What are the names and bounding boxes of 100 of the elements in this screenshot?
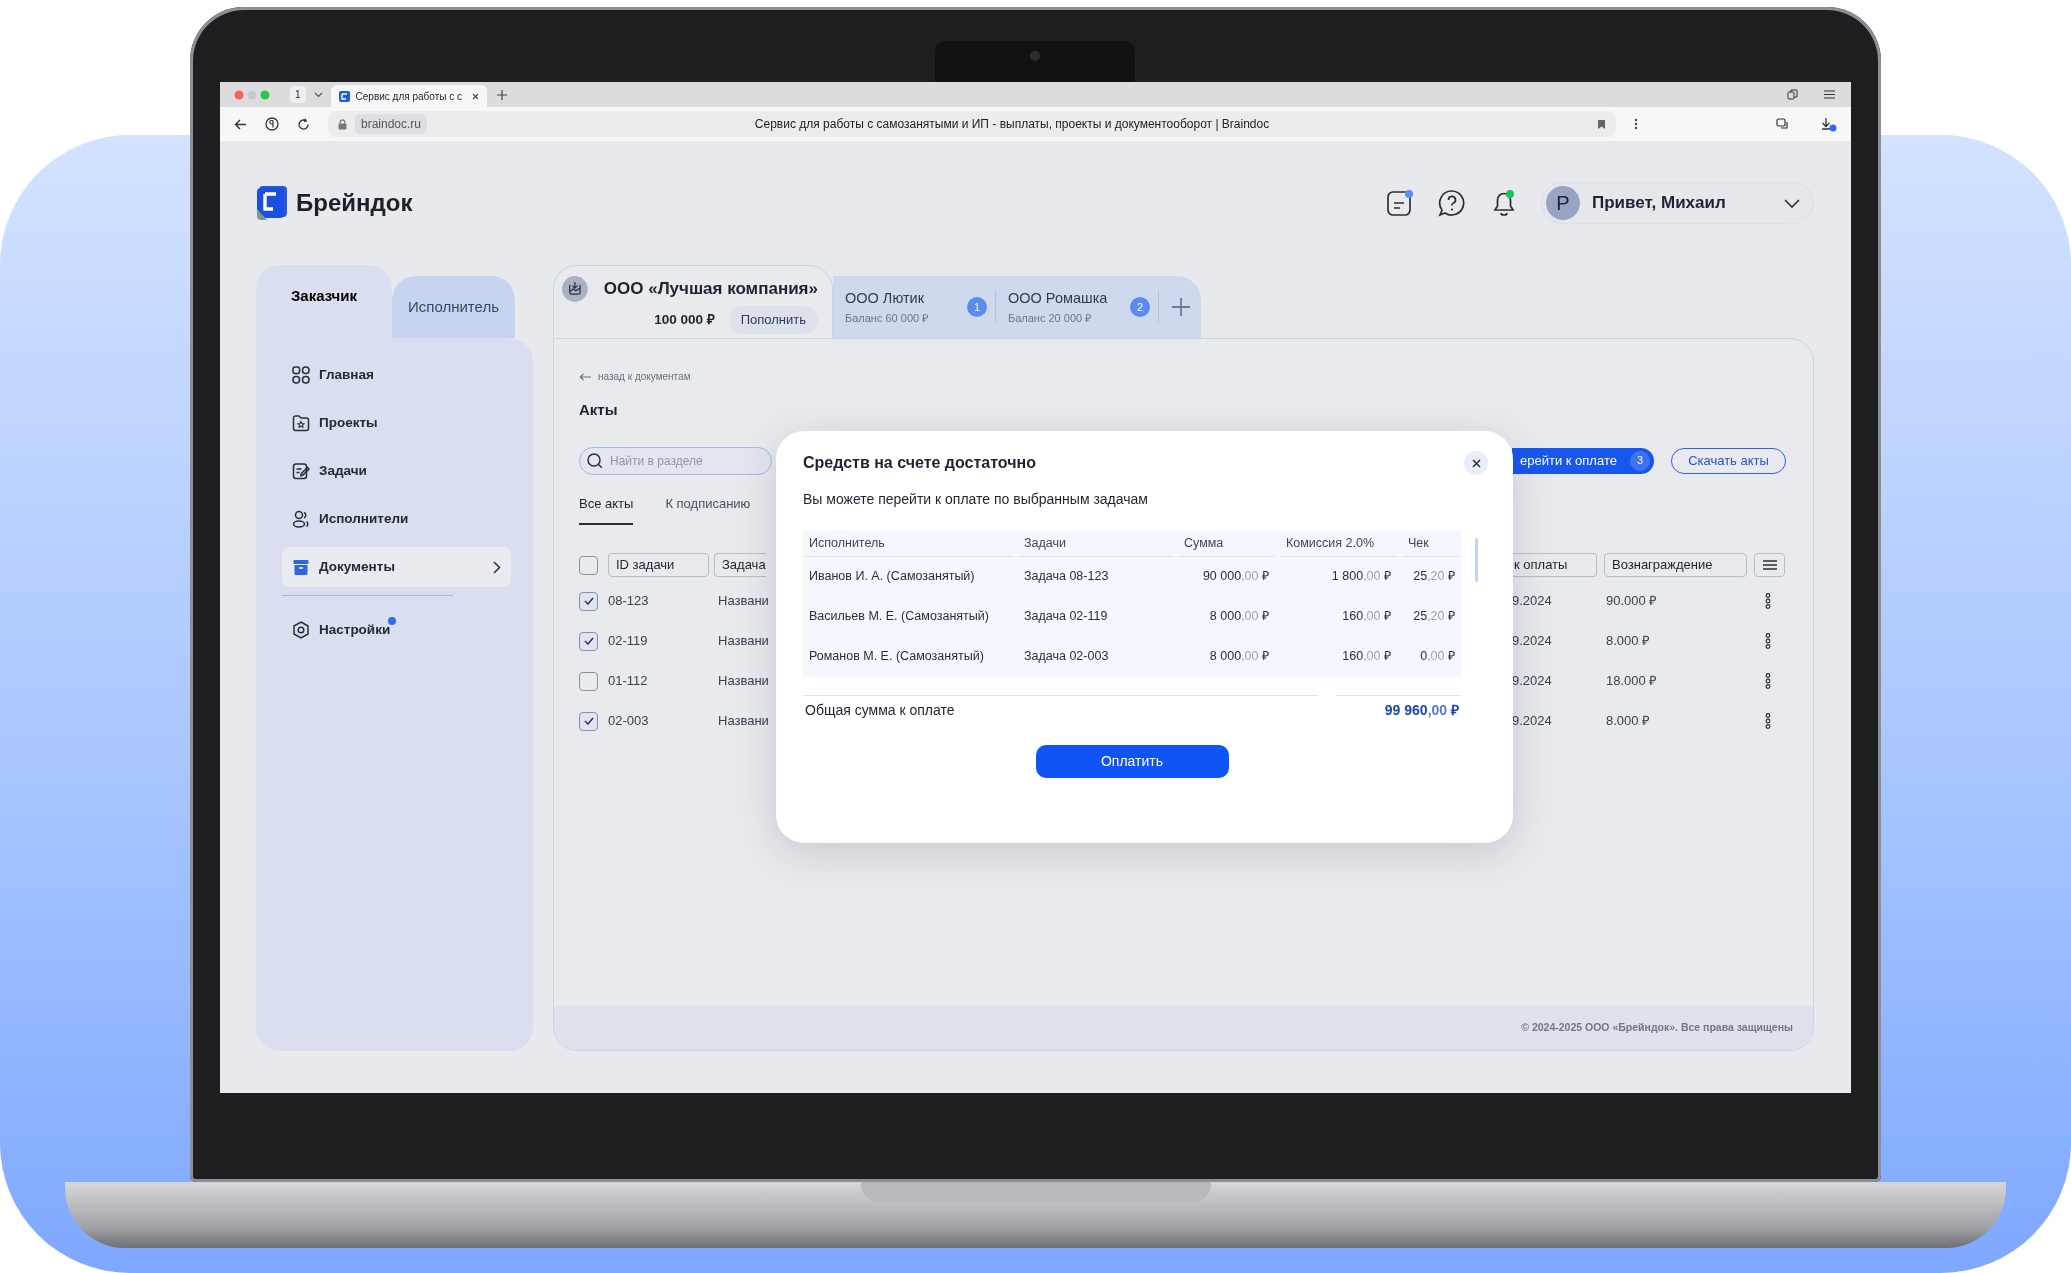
download-icon[interactable] <box>1821 116 1837 132</box>
address-bar[interactable]: braindoc.ru Сервис для работы с самозанятыми и ИП - выплаты, проекты и документооборот | Braindoc <box>328 111 1616 137</box>
table-cell-text: 9.2024 <box>1512 592 1553 611</box>
page-heading: Акты <box>579 400 619 420</box>
nav-item[interactable]: Задачи <box>282 451 511 491</box>
table-cell-text: 25,20 ₽ <box>1412 608 1456 626</box>
more-icon[interactable] <box>1765 593 1771 609</box>
tab-count[interactable]: 1 <box>290 86 306 103</box>
table-cell-text: 9.2024 <box>1512 672 1553 691</box>
table-cell-text: 8 000,00 ₽ <box>1208 648 1270 666</box>
logo-icon <box>256 185 288 221</box>
menu-icon[interactable] <box>1824 90 1835 99</box>
feedback-icon[interactable] <box>1385 188 1415 218</box>
total-amount: 99 960,00 ₽ <box>1384 701 1459 721</box>
column-header[interactable]: ID задачи <box>608 553 709 577</box>
more-icon[interactable] <box>1634 118 1638 130</box>
filter-tab[interactable]: К подписанию <box>665 493 751 525</box>
page-title: Сервис для работы с самозанятыми и ИП - выплаты, проекты и документооборот | Braindoc <box>753 116 1271 133</box>
checkbox[interactable] <box>579 711 598 731</box>
company-tab[interactable]: ООО Ромашка Баланс 20 000 ₽ <box>1008 287 1126 327</box>
go-to-payment-button[interactable]: ерейти к оплате 3 <box>1512 447 1654 474</box>
filter-tab[interactable]: Все акты <box>579 493 634 525</box>
close-button[interactable] <box>1464 451 1488 475</box>
table-cell-text: 9.2024 <box>1512 632 1553 651</box>
logo-text: Брейндок <box>296 188 413 218</box>
table-cell-text: Названи <box>718 632 769 651</box>
back-icon[interactable] <box>234 118 247 130</box>
user-menu[interactable]: Р Привет, Михаил <box>1541 182 1814 224</box>
role-tab[interactable]: Исполнитель <box>392 276 515 338</box>
more-icon[interactable] <box>1765 713 1771 729</box>
checkbox[interactable] <box>579 631 598 651</box>
company-avatar-icon <box>562 274 588 304</box>
pay-button[interactable]: Оплатить <box>1035 745 1229 779</box>
lock-icon <box>338 118 347 130</box>
help-icon[interactable] <box>1437 188 1467 218</box>
table-cell-text: 02-003 <box>608 712 650 731</box>
url-text: braindoc.ru <box>355 114 428 134</box>
count-badge: 1 <box>967 297 987 317</box>
table-cell-text: 8.000 ₽ <box>1606 712 1652 731</box>
edit-icon <box>292 462 310 480</box>
table-cell-text: 160,00 ₽ <box>1341 608 1392 626</box>
column-header[interactable]: Задача <box>714 553 766 577</box>
dialog-title: Средств на счете достаточно <box>803 453 1037 473</box>
checkbox[interactable] <box>579 555 598 575</box>
grid-icon <box>292 366 310 384</box>
column-header: Задачи <box>1018 530 1173 557</box>
browser-logo-icon[interactable] <box>265 117 279 131</box>
archive-icon <box>292 558 310 576</box>
reload-icon[interactable] <box>297 117 310 131</box>
back-link[interactable]: назад к документам <box>579 369 1786 384</box>
checkbox[interactable] <box>579 591 598 611</box>
table-cell-text: Названи <box>718 712 769 731</box>
table-cell-text: 8 000,00 ₽ <box>1208 608 1270 626</box>
nav-item[interactable]: Настройки <box>282 610 511 650</box>
table-cell-text: Задача 08-123 <box>1023 568 1110 586</box>
table-cell-text: Названи <box>718 592 769 611</box>
table-cell-text: 8.000 ₽ <box>1606 632 1652 651</box>
column-header: Исполнитель <box>803 530 1013 557</box>
chevron-icon[interactable] <box>313 91 323 98</box>
column-header[interactable]: к оплаты <box>1512 553 1597 577</box>
table-cell-text: 25,20 ₽ <box>1412 568 1456 586</box>
table-cell-text: Иванов И. А. (Самозанятый) <box>808 568 976 586</box>
nav-item[interactable]: Проекты <box>282 403 511 443</box>
column-header: Сумма <box>1178 530 1275 557</box>
role-tab[interactable]: Заказчик <box>256 265 392 338</box>
more-icon[interactable] <box>1765 673 1771 689</box>
bookmark-icon[interactable] <box>1597 118 1606 130</box>
dialog-message: Вы можете перейти к оплате по выбранным задачам <box>803 490 1149 509</box>
menu-icon <box>1762 560 1777 570</box>
nav-item[interactable]: Главная <box>282 355 511 395</box>
more-icon[interactable] <box>1765 633 1771 649</box>
users-icon <box>292 510 310 528</box>
new-tab-icon[interactable] <box>496 89 507 100</box>
checkbox[interactable] <box>579 671 598 691</box>
search-field[interactable]: Найти в разделе <box>579 446 772 475</box>
nav-item[interactable]: Документы <box>282 547 511 587</box>
add-icon[interactable] <box>1171 297 1191 317</box>
arrow-icon <box>579 372 592 381</box>
company-tab[interactable]: ООО «Лучшая компания» 100 000 ₽ Пополнить <box>553 265 833 338</box>
browser-tab[interactable]: Сервис для работы с с <box>330 85 487 107</box>
top-up-button[interactable]: Пополнить <box>728 306 818 334</box>
scrollbar[interactable] <box>1475 538 1478 582</box>
column-header[interactable]: Вознаграждение <box>1604 553 1747 577</box>
menu-button[interactable] <box>1754 553 1785 577</box>
folder-icon <box>292 414 310 432</box>
greeting-text: Привет, Михаил <box>1592 192 1727 215</box>
column-header: Чек <box>1402 530 1461 557</box>
check-icon <box>583 597 594 605</box>
chevron-icon <box>1784 198 1800 208</box>
extension-icon[interactable] <box>1776 117 1789 131</box>
table-cell-text: 0,00 ₽ <box>1419 648 1456 666</box>
close-icon[interactable] <box>471 92 479 100</box>
copy-icon[interactable] <box>1787 89 1798 100</box>
table-cell-text: Задача 02-119 <box>1023 608 1109 626</box>
count-badge: 2 <box>1130 297 1150 317</box>
table-cell-text: 1 800,00 ₽ <box>1330 568 1392 586</box>
nav-item[interactable]: Исполнители <box>282 499 511 539</box>
settings-icon <box>292 621 310 639</box>
user-avatar: Р <box>1546 186 1580 220</box>
company-tab[interactable]: ООО Лютик Баланс 60 000 ₽ <box>845 287 963 327</box>
